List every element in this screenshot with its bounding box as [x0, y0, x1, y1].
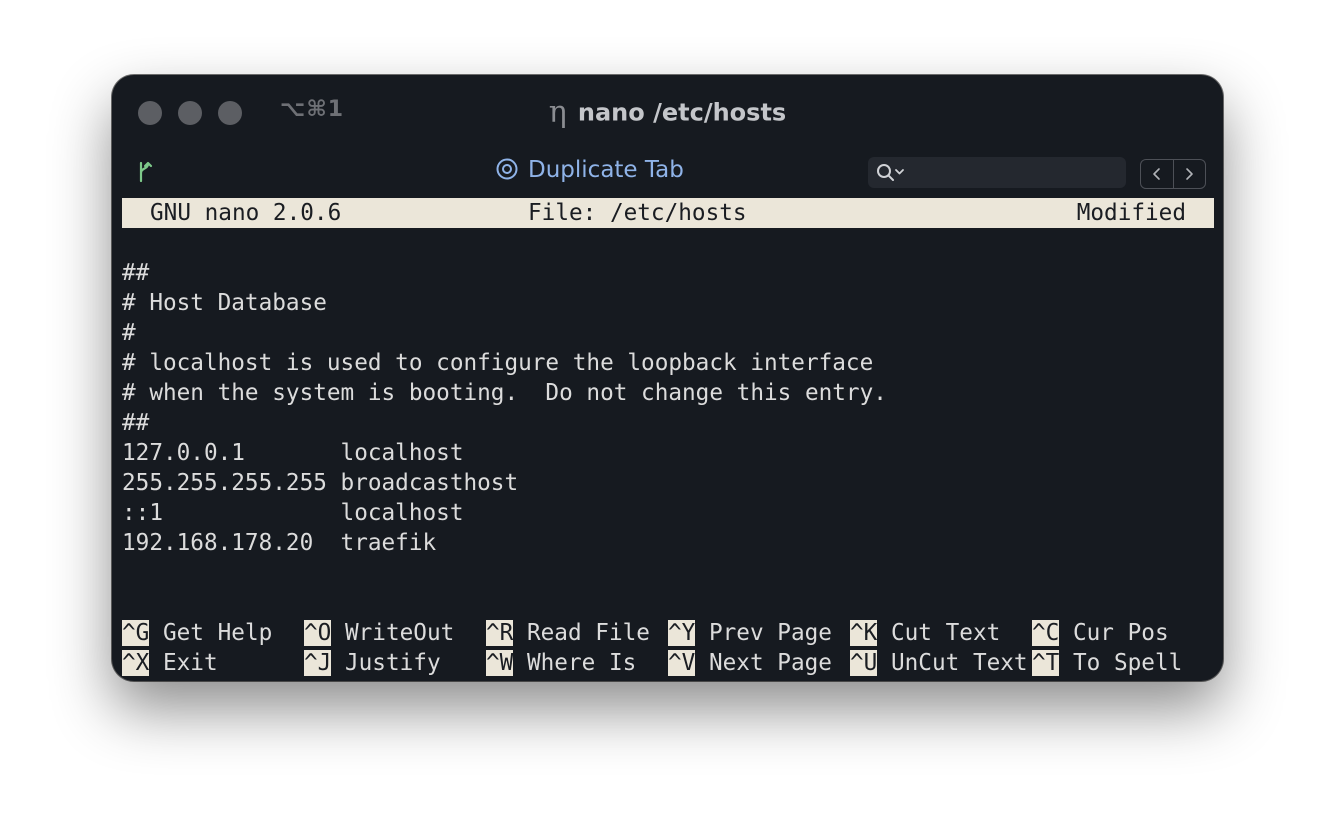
shortcut-hint[interactable]: ^K Cut Text — [850, 618, 1000, 648]
nano-header-bar: GNU nano 2.0.6 File: /etc/hosts Modified — [122, 198, 1214, 228]
editor-line[interactable]: 255.255.255.255 broadcasthost — [122, 468, 1214, 498]
search-navigation — [1140, 159, 1206, 189]
nano-status: Modified — [1076, 200, 1186, 226]
shortcut-hint[interactable]: ^W Where Is — [486, 648, 636, 678]
shortcut-label: Justify — [331, 650, 441, 676]
search-icon — [877, 164, 904, 181]
editor-line[interactable]: 127.0.0.1 localhost — [122, 438, 1214, 468]
terminal-content[interactable]: GNU nano 2.0.6 File: /etc/hosts Modified… — [122, 198, 1214, 678]
title-bar: ⌥⌘1 η nano /etc/hosts — [112, 75, 1223, 151]
chevron-right-icon — [1186, 168, 1194, 180]
shortcut-key: ^K — [850, 620, 878, 646]
shortcut-key: ^U — [850, 650, 878, 676]
editor-line[interactable]: 192.168.178.20 traefik — [122, 528, 1214, 558]
shortcut-label: Exit — [149, 650, 218, 676]
editor-line[interactable] — [122, 588, 1214, 618]
shortcut-hint[interactable]: ^G Get Help — [122, 618, 272, 648]
duplicate-tab-button[interactable]: Duplicate Tab — [496, 157, 684, 183]
shortcut-key: ^J — [304, 650, 332, 676]
window-title: nano /etc/hosts — [577, 98, 787, 127]
editor-line[interactable]: # — [122, 318, 1214, 348]
editor-line[interactable]: ::1 localhost — [122, 498, 1214, 528]
editor-line[interactable]: ## — [122, 408, 1214, 438]
shortcut-key: ^G — [122, 620, 150, 646]
nano-file-name: File: /etc/hosts — [528, 200, 747, 226]
editor-line[interactable]: ## — [122, 258, 1214, 288]
next-match-button[interactable] — [1172, 160, 1206, 188]
shortcut-key: ^Y — [668, 620, 696, 646]
shortcut-label: Next Page — [695, 650, 832, 676]
search-input[interactable] — [910, 157, 1124, 190]
shortcut-key: ^T — [1032, 650, 1060, 676]
terminal-window: ⌥⌘1 η nano /etc/hosts Duplicate Tab GNU … — [112, 75, 1223, 681]
search-field[interactable] — [868, 157, 1126, 190]
shortcut-hint[interactable]: ^U UnCut Text — [850, 648, 1028, 678]
shortcut-label: Cut Text — [877, 620, 1001, 646]
target-icon — [496, 158, 518, 180]
shortcut-key: ^C — [1032, 620, 1060, 646]
shortcut-label: Cur Pos — [1059, 620, 1169, 646]
shortcut-label: Where Is — [513, 650, 637, 676]
chevron-down-icon — [895, 169, 904, 175]
editor-line[interactable]: # Host Database — [122, 288, 1214, 318]
shortcut-key: ^X — [122, 650, 150, 676]
editor-line[interactable]: # when the system is booting. Do not cha… — [122, 378, 1214, 408]
shortcut-hint[interactable]: ^C Cur Pos — [1032, 618, 1169, 648]
editor-line[interactable] — [122, 228, 1214, 258]
shortcut-key: ^O — [304, 620, 332, 646]
help-row: ^X Exit ^J Justify ^W Where Is ^V Next Page… — [122, 648, 1214, 678]
window-title-group: η nano /etc/hosts — [112, 95, 1223, 130]
duplicate-tab-label: Duplicate Tab — [528, 157, 684, 183]
chevron-left-icon — [1152, 168, 1160, 180]
shortcut-key: ^V — [668, 650, 696, 676]
editor-line[interactable] — [122, 558, 1214, 588]
shortcut-hint[interactable]: ^R Read File — [486, 618, 650, 648]
nano-shortcut-help: ^G Get Help ^O WriteOut ^R Read File ^Y Pre… — [122, 618, 1214, 678]
shortcut-hint[interactable]: ^X Exit — [122, 648, 218, 678]
branch-icon[interactable] — [134, 159, 154, 185]
shortcut-label: Get Help — [149, 620, 273, 646]
shortcut-hint[interactable]: ^Y Prev Page — [668, 618, 832, 648]
previous-match-button[interactable] — [1141, 160, 1173, 188]
shortcut-hint[interactable]: ^T To Spell — [1032, 648, 1182, 678]
process-icon: η — [548, 95, 567, 130]
editor-buffer[interactable]: ### Host Database## localhost is used to… — [122, 228, 1214, 618]
editor-line[interactable]: # localhost is used to configure the loo… — [122, 348, 1214, 378]
shortcut-key: ^R — [486, 620, 514, 646]
nano-version: GNU nano 2.0.6 — [150, 200, 342, 226]
help-row: ^G Get Help ^O WriteOut ^R Read File ^Y Pre… — [122, 618, 1214, 648]
shortcut-hint[interactable]: ^J Justify — [304, 648, 441, 678]
shortcut-hint[interactable]: ^V Next Page — [668, 648, 832, 678]
shortcut-label: Prev Page — [695, 620, 832, 646]
shortcut-label: Read File — [513, 620, 650, 646]
shortcut-hint[interactable]: ^O WriteOut — [304, 618, 454, 648]
shortcut-key: ^W — [486, 650, 514, 676]
shortcut-label: To Spell — [1059, 650, 1183, 676]
shortcut-label: UnCut Text — [877, 650, 1028, 676]
shortcut-label: WriteOut — [331, 620, 455, 646]
